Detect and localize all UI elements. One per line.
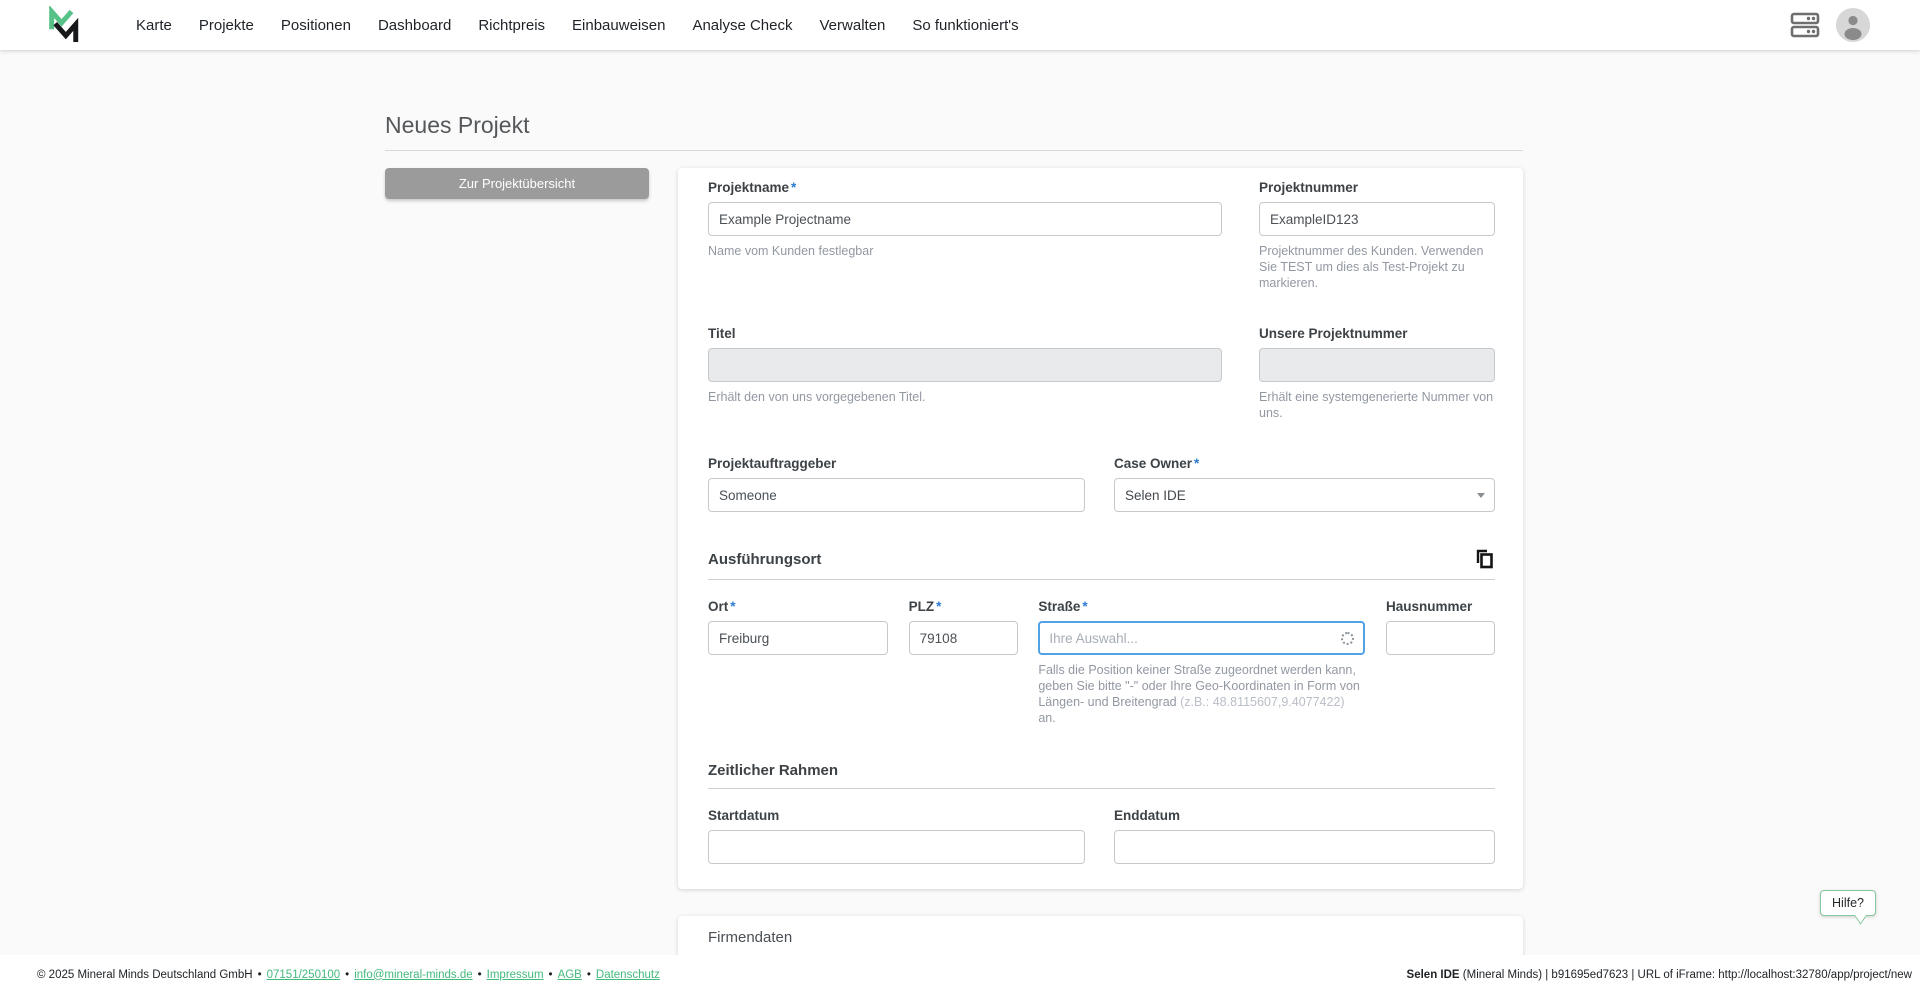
plz-label: PLZ — [909, 599, 935, 614]
session-info: (Mineral Minds) | b91695ed7623 | URL of … — [1460, 969, 1912, 981]
nav-right-icons — [1790, 8, 1920, 42]
titel-input — [708, 348, 1222, 382]
case-owner-label: Case Owner — [1114, 456, 1192, 471]
field-titel: Titel Erhält den von uns vorgegebenen Ti… — [708, 327, 1222, 421]
ort-label: Ort — [708, 599, 728, 614]
projektnummer-input[interactable] — [1259, 202, 1495, 236]
left-column: Zur Projektübersicht — [385, 168, 649, 199]
unsere-projektnummer-label: Unsere Projektnummer — [1259, 327, 1495, 340]
page-header: Neues Projekt — [385, 50, 1523, 151]
nav-item-analyse-check[interactable]: Analyse Check — [692, 17, 792, 34]
page-title: Neues Projekt — [385, 112, 1523, 138]
mineral-minds-logo-icon — [46, 6, 80, 44]
titel-label: Titel — [708, 327, 1222, 340]
field-case-owner: Case Owner* Selen IDE — [1114, 457, 1495, 512]
section-zeitlicher-rahmen: Zeitlicher Rahmen — [708, 762, 1495, 779]
field-startdatum: Startdatum — [708, 809, 1085, 864]
field-plz: PLZ* — [909, 600, 1018, 726]
firmendaten-card: Firmendaten — [678, 916, 1523, 955]
startdatum-input[interactable] — [708, 830, 1085, 864]
main-content: Neues Projekt Zur Projektübersicht Proje… — [0, 50, 1920, 955]
required-asterisk: * — [730, 599, 735, 614]
nav-item-karte[interactable]: Karte — [136, 17, 172, 34]
footer: © 2025 Mineral Minds Deutschland GmbH • … — [0, 955, 1920, 994]
footer-impressum-link[interactable]: Impressum — [487, 969, 544, 981]
required-asterisk: * — [791, 180, 796, 195]
projektname-input[interactable] — [708, 202, 1222, 236]
brand-logo[interactable] — [46, 6, 80, 44]
projektnummer-label: Projektnummer — [1259, 181, 1495, 194]
unsere-projektnummer-helper: Erhält eine systemgenerierte Nummer von … — [1259, 389, 1495, 421]
footer-datenschutz-link[interactable]: Datenschutz — [596, 969, 660, 981]
field-unsere-projektnummer: Unsere Projektnummer Erhält eine systemg… — [1259, 327, 1495, 421]
required-asterisk: * — [1194, 456, 1199, 471]
nav-item-verwalten[interactable]: Verwalten — [820, 17, 886, 34]
help-button[interactable]: Hilfe? — [1820, 890, 1876, 916]
case-owner-value: Selen IDE — [1125, 488, 1186, 503]
plz-input[interactable] — [909, 621, 1018, 655]
server-stack-icon[interactable] — [1790, 11, 1820, 39]
form-column: Projektname* Name vom Kunden festlegbar … — [678, 168, 1523, 955]
projektauftraggeber-input[interactable] — [708, 478, 1085, 512]
zeitlicher-rahmen-title: Zeitlicher Rahmen — [708, 762, 838, 779]
section-divider — [708, 788, 1495, 789]
footer-email-link[interactable]: info@mineral-minds.de — [354, 969, 472, 981]
copyright-text: © 2025 Mineral Minds Deutschland GmbH — [37, 969, 253, 981]
strasse-label: Straße — [1038, 599, 1080, 614]
ausfuehrungsort-title: Ausführungsort — [708, 551, 821, 568]
nav-item-einbauweisen[interactable]: Einbauweisen — [572, 17, 665, 34]
ort-input[interactable] — [708, 621, 888, 655]
footer-right: Selen IDE (Mineral Minds) | b91695ed7623… — [1407, 969, 1912, 981]
nav-item-so-funktionierts[interactable]: So funktioniert's — [912, 17, 1018, 34]
nav-item-projekte[interactable]: Projekte — [199, 17, 254, 34]
strasse-helper: Falls die Position keiner Straße zugeord… — [1038, 662, 1365, 726]
nav-item-positionen[interactable]: Positionen — [281, 17, 351, 34]
strasse-input[interactable] — [1049, 631, 1341, 646]
case-owner-select[interactable]: Selen IDE — [1114, 478, 1495, 512]
unsere-projektnummer-input — [1259, 348, 1495, 382]
project-form-card: Projektname* Name vom Kunden festlegbar … — [678, 168, 1523, 889]
strasse-autocomplete — [1038, 621, 1365, 655]
hausnummer-label: Hausnummer — [1386, 600, 1495, 613]
nav-item-dashboard[interactable]: Dashboard — [378, 17, 451, 34]
titel-helper: Erhält den von uns vorgegebenen Titel. — [708, 389, 1222, 405]
projektnummer-helper: Projektnummer des Kunden. Verwenden Sie … — [1259, 243, 1495, 291]
field-projektnummer: Projektnummer Projektnummer des Kunden. … — [1259, 181, 1495, 291]
field-strasse: Straße* Falls die Position keiner Straße… — [1038, 600, 1365, 726]
footer-phone-link[interactable]: 07151/250100 — [267, 969, 341, 981]
section-ausfuehrungsort: Ausführungsort — [708, 548, 1495, 570]
nav-item-richtpreis[interactable]: Richtpreis — [478, 17, 545, 34]
field-ort: Ort* — [708, 600, 888, 726]
section-divider — [708, 579, 1495, 580]
project-overview-button[interactable]: Zur Projektübersicht — [385, 168, 649, 199]
main-nav: Karte Projekte Positionen Dashboard Rich… — [136, 17, 1019, 34]
copy-icon[interactable] — [1474, 548, 1495, 570]
required-asterisk: * — [1082, 599, 1087, 614]
session-user: Selen IDE — [1407, 969, 1460, 981]
user-avatar-icon[interactable] — [1836, 8, 1870, 42]
projektname-label: Projektname — [708, 180, 789, 195]
required-asterisk: * — [936, 599, 941, 614]
firmendaten-title: Firmendaten — [708, 929, 1495, 946]
field-projektname: Projektname* Name vom Kunden festlegbar — [708, 181, 1222, 291]
footer-left: © 2025 Mineral Minds Deutschland GmbH • … — [37, 969, 660, 981]
hausnummer-input[interactable] — [1386, 621, 1495, 655]
projektauftraggeber-label: Projektauftraggeber — [708, 457, 1085, 470]
loading-spinner-icon — [1341, 632, 1354, 645]
field-hausnummer: Hausnummer — [1386, 600, 1495, 726]
footer-agb-link[interactable]: AGB — [558, 969, 582, 981]
projektname-helper: Name vom Kunden festlegbar — [708, 243, 1222, 259]
enddatum-input[interactable] — [1114, 830, 1495, 864]
startdatum-label: Startdatum — [708, 809, 1085, 822]
app-window: Karte Projekte Positionen Dashboard Rich… — [0, 0, 1920, 994]
chevron-down-icon — [1477, 493, 1485, 498]
field-enddatum: Enddatum — [1114, 809, 1495, 864]
top-nav: Karte Projekte Positionen Dashboard Rich… — [0, 0, 1920, 50]
enddatum-label: Enddatum — [1114, 809, 1495, 822]
field-projektauftraggeber: Projektauftraggeber — [708, 457, 1085, 512]
